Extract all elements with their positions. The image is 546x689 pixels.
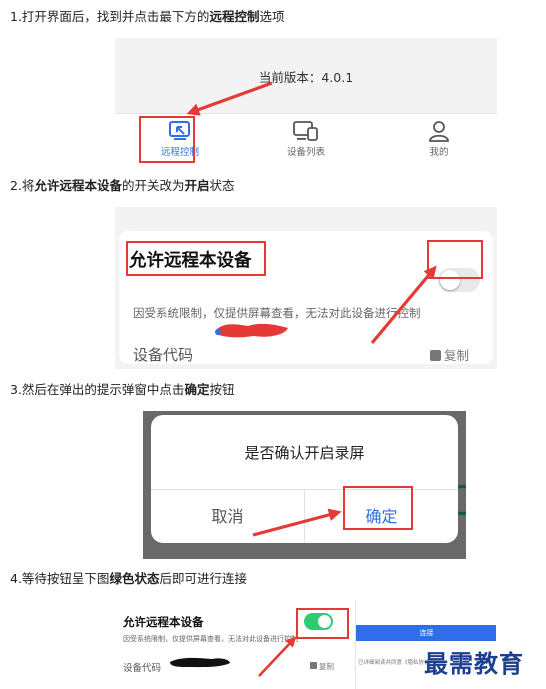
tab-profile-label: 我的 xyxy=(429,147,449,158)
redacted-device-code-enabled xyxy=(170,657,230,668)
copy-icon xyxy=(430,350,441,361)
tab-device-list[interactable]: 设备列表 xyxy=(241,114,371,165)
step-1-instruction: 1.打开界面后，找到并点击最下方的远程控制选项 xyxy=(10,9,285,24)
cancel-button[interactable]: 取消 xyxy=(151,503,304,527)
highlight-box-toggle-on xyxy=(296,608,349,639)
device-list-icon xyxy=(293,121,318,141)
permission-description: 因受系统限制，仅提供屏幕查看，无法对此设备进行控制 xyxy=(133,306,421,320)
version-text: 当前版本：4.0.1 xyxy=(258,70,354,85)
highlight-box-remote-control xyxy=(139,116,195,163)
step-3-bold: 确定 xyxy=(184,382,210,397)
screenshot-panel-3: 是否确认开启录屏 取消 确定 xyxy=(143,411,466,559)
permission-title-enabled: 允许远程本设备 xyxy=(123,615,204,629)
step-2-instruction: 2.将允许远程本设备的开关改为开启状态 xyxy=(10,178,235,193)
tab-device-list-label: 设备列表 xyxy=(286,147,325,158)
redacted-device-code xyxy=(215,323,288,338)
highlight-box-toggle xyxy=(427,240,483,279)
step-2-bold-2: 开启 xyxy=(184,178,210,193)
connect-button[interactable]: 连接 xyxy=(356,625,496,641)
step-4-bold: 绿色状态 xyxy=(109,571,160,586)
brand-watermark: 最需教育 xyxy=(424,649,524,678)
copy-label: 复制 xyxy=(319,662,334,671)
copy-icon xyxy=(310,662,317,669)
highlight-box-title xyxy=(126,241,266,276)
tab-profile[interactable]: 我的 xyxy=(374,114,497,165)
copy-label: 复制 xyxy=(444,348,470,363)
step-1-bold: 远程控制 xyxy=(209,9,260,24)
step-2-bold: 允许远程本设备 xyxy=(34,178,122,193)
permission-description-enabled: 因受系统限制，仅提供屏幕查看，无法对此设备进行控制 xyxy=(123,635,298,643)
screenshot-panel-2: 允许远程本设备 因受系统限制，仅提供屏幕查看，无法对此设备进行控制 设备代码 复… xyxy=(115,207,497,369)
step-3-instruction: 3.然后在弹出的提示弹窗中点击确定按钮 xyxy=(10,382,235,397)
copy-button-enabled[interactable]: 复制 xyxy=(310,661,334,672)
device-code-label-enabled: 设备代码 xyxy=(123,663,162,674)
dialog-message: 是否确认开启录屏 xyxy=(244,444,365,462)
highlight-box-confirm xyxy=(343,486,413,530)
step-4-instruction: 4.等待按钮呈下图绿色状态后即可进行连接 xyxy=(10,571,247,586)
user-icon xyxy=(429,121,449,142)
copy-button[interactable]: 复制 xyxy=(430,345,469,364)
device-code-label: 设备代码 xyxy=(133,346,194,364)
